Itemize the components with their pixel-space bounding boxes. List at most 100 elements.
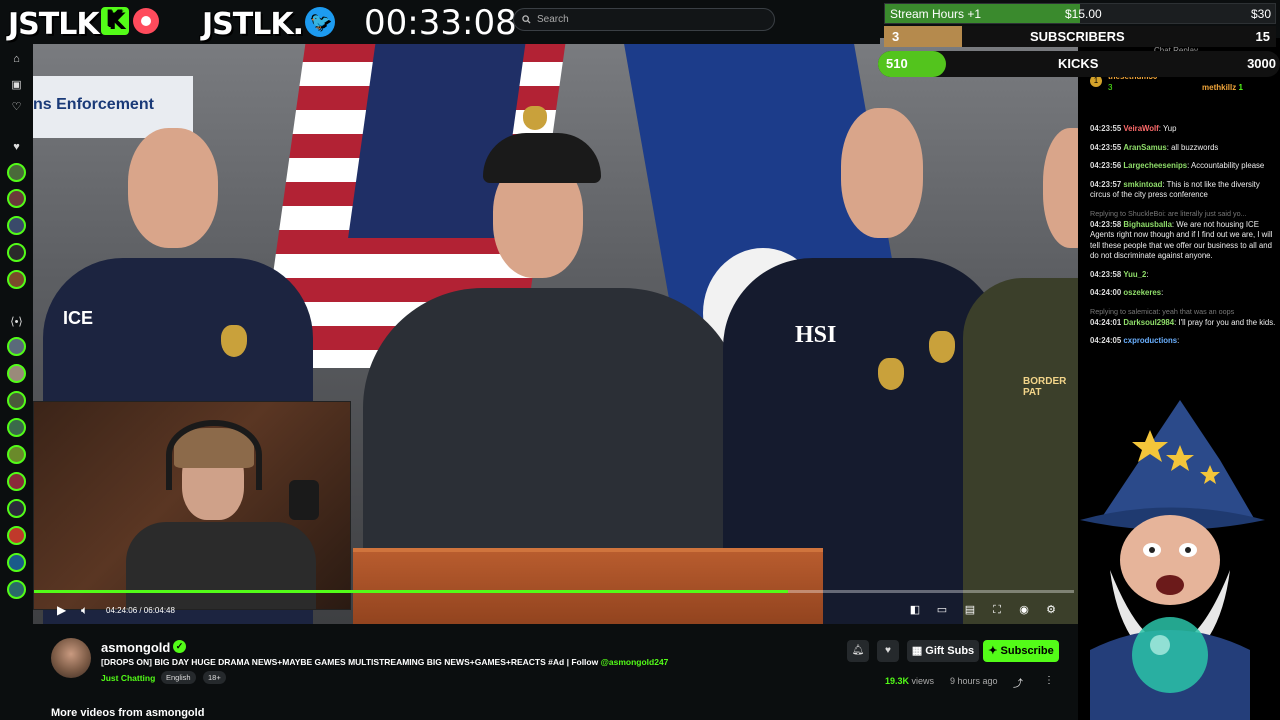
- sidebar-channel-avatar[interactable]: [7, 391, 26, 410]
- sidebar-channel-avatar[interactable]: [7, 553, 26, 572]
- hours-label: Stream Hours +1: [890, 7, 982, 21]
- jstlk-twitter-logo: JSTLK. 🐦: [202, 7, 335, 42]
- sidebar-channel-avatar[interactable]: [7, 163, 26, 182]
- volume-icon[interactable]: 🔈︎: [81, 603, 88, 618]
- search-input[interactable]: [537, 14, 757, 25]
- chat-message: 04:23:56 Largecheesenips: Accountability…: [1090, 161, 1276, 172]
- sidebar-channel-avatar[interactable]: [7, 364, 26, 383]
- play-icon[interactable]: ▶: [57, 603, 66, 617]
- chat-username[interactable]: cxproductions: [1123, 336, 1177, 345]
- notification-bell-button[interactable]: 🔔︎: [847, 640, 869, 662]
- fullscreen-icon[interactable]: ⛶: [991, 604, 1003, 616]
- kicks-current: 510: [886, 56, 908, 71]
- home-icon[interactable]: ⌂: [9, 52, 24, 67]
- speaker-cap: [483, 133, 601, 183]
- chat-message: 04:23:58 Bighausballa: We are not housin…: [1090, 220, 1276, 262]
- gifter-1-count: 3: [1108, 83, 1113, 92]
- follow-heart-button[interactable]: ♥: [877, 640, 899, 662]
- time-ago: 9 hours ago: [950, 676, 998, 686]
- subscribe-label: Subscribe: [1000, 645, 1054, 657]
- tag-age[interactable]: 18+: [203, 671, 226, 684]
- stream-hours-goal: Stream Hours +1 $15.00 $30: [884, 3, 1276, 24]
- chat-username[interactable]: VeiraWolf: [1123, 124, 1158, 133]
- verified-check-icon: ✓: [173, 640, 186, 653]
- clip-icon[interactable]: ▤: [964, 604, 976, 616]
- badge: [929, 331, 955, 363]
- subs-target: 15: [1255, 29, 1270, 44]
- followed-heart-icon: ♥: [13, 141, 20, 153]
- more-options-icon[interactable]: ⋮: [1044, 675, 1054, 686]
- chat-timestamp: 04:23:58: [1090, 269, 1122, 279]
- logo-text: JSTLK: [8, 7, 100, 42]
- gift-subs-button[interactable]: ▦ Gift Subs: [907, 640, 979, 662]
- sidebar-channel-avatar[interactable]: [7, 243, 26, 262]
- sidebar-channel-avatar[interactable]: [7, 472, 26, 491]
- chat-message: 04:24:00 oszekeres:: [1090, 288, 1276, 299]
- channel-name[interactable]: asmongold: [101, 640, 170, 655]
- view-number: 19.3K: [885, 676, 910, 686]
- gifter-name: methkillz: [1202, 83, 1237, 92]
- chat-text: : Yup: [1158, 124, 1177, 133]
- hsi-label: HSI: [795, 322, 837, 348]
- pip-icon[interactable]: ◧: [909, 604, 921, 616]
- chat-username[interactable]: AranSamus: [1123, 143, 1166, 152]
- sidebar-channel-avatar[interactable]: [7, 445, 26, 464]
- sidebar-channel-avatar[interactable]: [7, 216, 26, 235]
- channel-avatar[interactable]: [51, 638, 91, 678]
- title-handle-link[interactable]: @asmongold247: [601, 657, 669, 667]
- sidebar-channel-avatar[interactable]: [7, 337, 26, 356]
- player-controls: ▶ 🔈︎ 04:24:06 / 06:04:48 ◧ ▭ ▤ ⛶ ◉ ⚙: [33, 598, 1078, 624]
- jstlk-logo: JSTLK K: [8, 7, 159, 42]
- subscribe-button[interactable]: ✦ Subscribe: [983, 640, 1059, 662]
- gift-label: Gift Subs: [925, 645, 975, 657]
- chat-username[interactable]: Bighausballa: [1123, 220, 1172, 229]
- gift-icon: ▦: [911, 645, 926, 657]
- chat-timestamp: 04:24:05: [1090, 336, 1122, 345]
- badge: [221, 325, 247, 357]
- ice-label: ICE: [63, 308, 94, 328]
- stream-timer: 00:33:08: [364, 3, 517, 43]
- chat-username[interactable]: oszekeres: [1123, 288, 1161, 297]
- streamer-webcam: [33, 401, 351, 610]
- cam-body: [126, 522, 316, 609]
- reply-context: Replying to ShuckleBoi: are literally ju…: [1090, 208, 1247, 218]
- search-icon: [522, 15, 531, 24]
- hours-max: $30: [1250, 7, 1271, 21]
- sidebar-channel-avatar[interactable]: [7, 526, 26, 545]
- officer-right-head: [841, 108, 923, 238]
- category-link[interactable]: Just Chatting: [101, 673, 155, 683]
- views-suffix: views: [909, 676, 935, 686]
- browse-icon[interactable]: ▣: [9, 78, 24, 93]
- subs-label: SUBSCRIBERS: [1030, 29, 1125, 44]
- chat-timestamp: 04:24:01: [1090, 317, 1122, 327]
- chat-timestamp: 04:23:55: [1090, 124, 1122, 133]
- gifter-3[interactable]: methkillz 1: [1202, 83, 1243, 92]
- sidebar-channel-avatar[interactable]: [7, 418, 26, 437]
- sidebar-channel-avatar[interactable]: [7, 580, 26, 599]
- kicks-label: KICKS: [1058, 56, 1099, 71]
- kicks-target: 3000: [1247, 56, 1276, 71]
- chat-username[interactable]: Largecheesenips: [1123, 161, 1187, 170]
- logo-text-2: JSTLK.: [202, 7, 304, 42]
- search-box[interactable]: [513, 8, 775, 31]
- following-heart-icon[interactable]: ♡: [9, 100, 24, 115]
- chat-timestamp: 04:23:56: [1090, 161, 1122, 170]
- sidebar-channel-avatar[interactable]: [7, 499, 26, 518]
- share-icon[interactable]: ⤴: [1013, 675, 1023, 690]
- tag-language[interactable]: English: [161, 671, 196, 684]
- sidebar-channel-avatar[interactable]: [7, 189, 26, 208]
- video-progress-bar[interactable]: [34, 590, 1074, 593]
- chat-username[interactable]: Darksoul2984: [1123, 318, 1174, 327]
- speed-icon[interactable]: ◉: [1018, 604, 1030, 616]
- theater-icon[interactable]: ▭: [936, 604, 948, 616]
- subscribers-goal: 3 SUBSCRIBERS 15: [884, 26, 1276, 47]
- chat-text: :: [1177, 336, 1180, 345]
- sidebar-channel-avatar[interactable]: [7, 270, 26, 289]
- star-icon: ✦: [988, 645, 1001, 657]
- chat-text: :: [1146, 269, 1149, 279]
- settings-gear-icon[interactable]: ⚙: [1045, 604, 1057, 616]
- chat-timestamp: 04:23:58: [1090, 219, 1122, 229]
- chat-messages: 04:23:55 VeiraWolf: Yup 04:23:55 AranSamu…: [1090, 124, 1276, 355]
- chat-username[interactable]: Yuu_2: [1123, 270, 1146, 279]
- chat-username[interactable]: smkintoad: [1123, 180, 1162, 189]
